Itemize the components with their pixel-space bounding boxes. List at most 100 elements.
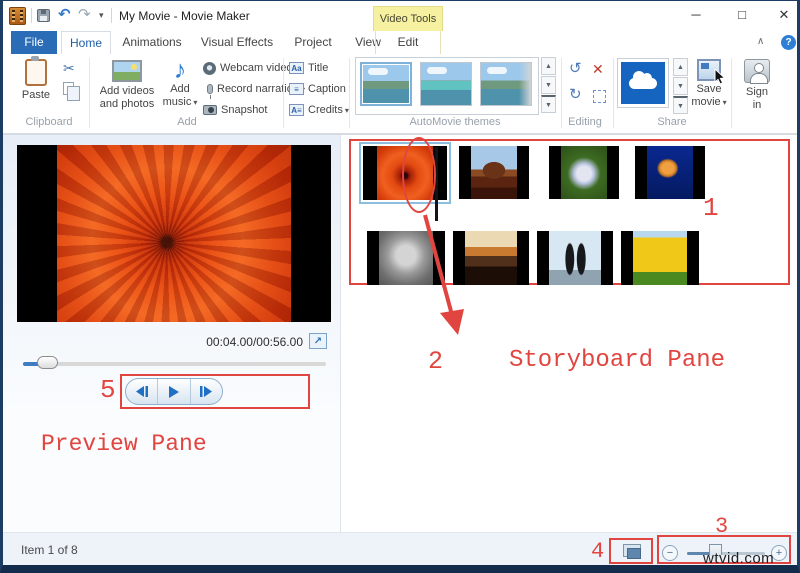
title-button[interactable]: AaTitle xyxy=(289,59,328,78)
webcam-icon xyxy=(203,62,216,75)
person-icon xyxy=(744,59,770,83)
undo-icon[interactable]: ↶ xyxy=(58,5,71,25)
storyboard-pane-annotation-label: Storyboard Pane xyxy=(509,347,725,374)
tab-edit[interactable]: Edit xyxy=(375,31,441,54)
storyboard-thumb-hydrangea[interactable] xyxy=(549,146,619,199)
group-label-clipboard: Clipboard xyxy=(11,116,87,128)
item-count: Item 1 of 8 xyxy=(21,543,78,557)
gallery-up-icon[interactable]: ▲ xyxy=(541,57,556,75)
add-videos-button[interactable]: Add videos and photos xyxy=(95,57,159,111)
group-label-editing: Editing xyxy=(559,116,611,128)
app-icon[interactable] xyxy=(9,7,26,25)
sign-in-label-1: Sign xyxy=(746,86,768,98)
window-title: My Movie - Movie Maker xyxy=(119,9,250,23)
snapshot-label: Snapshot xyxy=(221,104,267,116)
music-note-icon: ♪ xyxy=(161,57,199,83)
tab-file[interactable]: File xyxy=(11,31,57,54)
tab-project[interactable]: Project xyxy=(285,31,341,54)
minimize-button[interactable]: ─ xyxy=(679,1,713,29)
redo-icon[interactable]: ↷ xyxy=(78,5,91,25)
video-preview[interactable] xyxy=(17,145,331,322)
group-label-share: Share xyxy=(615,116,729,128)
castle-sunset-thumbnail xyxy=(465,231,517,285)
annotation-ellipse-playhead xyxy=(402,137,436,213)
main-area: 00:04.00/00:56.00 ↗ xyxy=(3,134,797,532)
movie-maker-window: ↶ ↷ ▾ My Movie - Movie Maker Video Tools… xyxy=(0,0,800,573)
title-icon: Aa xyxy=(289,62,304,74)
share-more-icon[interactable]: ▼ xyxy=(673,96,688,114)
seek-bar[interactable] xyxy=(23,362,326,366)
automovie-gallery xyxy=(355,57,539,115)
automovie-theme-3[interactable] xyxy=(480,62,532,106)
ribbon-home: Paste ✂ Clipboard Add videos and photos … xyxy=(3,54,797,134)
storyboard-thumb-jellyfish[interactable] xyxy=(635,146,705,199)
close-button[interactable]: ✕ xyxy=(767,1,800,29)
fullscreen-icon[interactable]: ↗ xyxy=(309,333,327,349)
caption-label: Caption xyxy=(308,83,346,95)
storyboard-thumb-penguins[interactable] xyxy=(537,231,613,285)
add-videos-label-1: Add videos xyxy=(100,85,154,97)
rotate-right-icon[interactable]: ↻ xyxy=(569,86,582,104)
title-bar: ↶ ↷ ▾ My Movie - Movie Maker Video Tools… xyxy=(3,1,797,31)
desert-butte-thumbnail xyxy=(471,146,517,199)
seek-handle[interactable] xyxy=(37,356,58,369)
group-label-add: Add xyxy=(93,116,281,128)
cut-icon[interactable]: ✂ xyxy=(63,60,75,77)
caption-button[interactable]: ≡Caption xyxy=(289,80,346,99)
storyboard-thumb-yellow-tulips[interactable] xyxy=(621,231,699,285)
sign-in-button[interactable]: Sign in xyxy=(737,57,777,112)
tab-home[interactable]: Home xyxy=(61,31,111,54)
add-music-button[interactable]: ♪ Add music▾ xyxy=(161,57,199,109)
divider xyxy=(111,8,112,23)
maximize-button[interactable]: □ xyxy=(725,1,759,29)
webcam-label: Webcam video xyxy=(220,62,293,74)
credits-label: Credits xyxy=(308,104,343,116)
dropdown-icon: ▾ xyxy=(723,98,727,107)
share-onedrive-button[interactable] xyxy=(617,58,669,108)
video-tools-contextual-header: Video Tools xyxy=(373,6,443,31)
qat-dropdown-icon[interactable]: ▾ xyxy=(99,10,104,21)
automovie-theme-1[interactable] xyxy=(360,62,412,106)
playback-timestamp: 00:04.00/00:56.00 xyxy=(153,335,303,349)
webcam-video-button[interactable]: Webcam video xyxy=(203,59,293,78)
paste-button[interactable]: Paste xyxy=(15,57,57,102)
photos-icon xyxy=(112,60,142,82)
rotate-left-icon[interactable]: ↺ xyxy=(569,60,582,78)
gallery-more-icon[interactable]: ▼ xyxy=(541,95,556,113)
share-down-icon[interactable]: ▼ xyxy=(673,77,688,95)
preview-frame-red-flower xyxy=(57,145,291,322)
jellyfish-thumbnail xyxy=(647,146,693,199)
collapse-ribbon-icon[interactable]: ∧ xyxy=(757,36,764,47)
automovie-theme-2[interactable] xyxy=(420,62,472,106)
watermark: wtvid.com xyxy=(703,550,774,567)
annotation-number-3: 3 xyxy=(715,514,728,539)
save-movie-icon xyxy=(697,59,721,81)
save-icon[interactable] xyxy=(37,9,50,22)
share-up-icon[interactable]: ▲ xyxy=(673,58,688,76)
sign-in-label-2: in xyxy=(753,99,762,111)
remove-icon[interactable]: ✕ xyxy=(592,60,604,78)
storyboard-thumb-desert-butte[interactable] xyxy=(459,146,529,199)
save-movie-label-2: movie xyxy=(691,96,720,108)
copy-icon[interactable] xyxy=(63,82,74,95)
tab-animations[interactable]: Animations xyxy=(115,31,189,54)
mouse-cursor-icon xyxy=(714,69,726,85)
storyboard-thumb-koala[interactable] xyxy=(367,231,445,285)
penguins-thumbnail xyxy=(549,231,601,285)
save-movie-button[interactable]: Save movie▾ xyxy=(691,57,727,109)
divider xyxy=(89,58,90,128)
tab-visual-effects[interactable]: Visual Effects xyxy=(193,31,281,54)
add-music-label-2: music xyxy=(163,96,192,108)
credits-icon: A≡ xyxy=(289,104,304,116)
hydrangea-thumbnail xyxy=(561,146,607,199)
divider xyxy=(283,58,284,128)
microphone-icon xyxy=(207,84,213,94)
credits-button[interactable]: A≡Credits▾ xyxy=(289,101,349,120)
zoom-out-icon[interactable]: − xyxy=(662,545,678,561)
select-all-icon[interactable] xyxy=(593,90,606,103)
divider xyxy=(613,58,614,128)
gallery-down-icon[interactable]: ▼ xyxy=(541,76,556,94)
divider xyxy=(31,8,32,23)
help-icon[interactable]: ? xyxy=(781,35,796,50)
storyboard-thumb-castle-sunset[interactable] xyxy=(453,231,529,285)
